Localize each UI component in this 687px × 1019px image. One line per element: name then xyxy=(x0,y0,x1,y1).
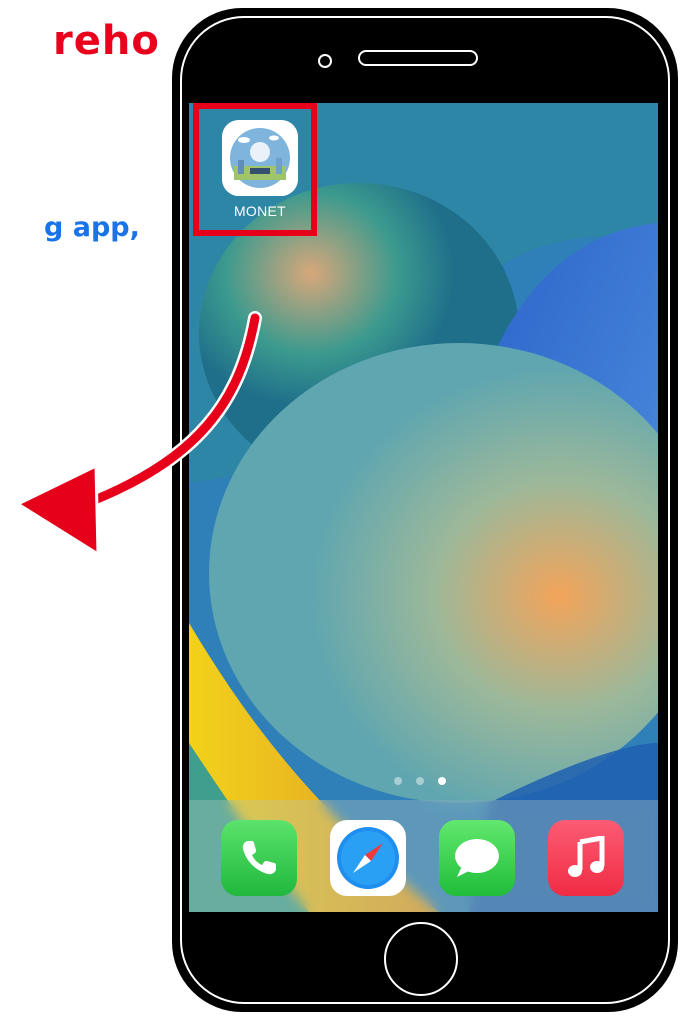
curved-arrow-icon xyxy=(14,311,262,557)
